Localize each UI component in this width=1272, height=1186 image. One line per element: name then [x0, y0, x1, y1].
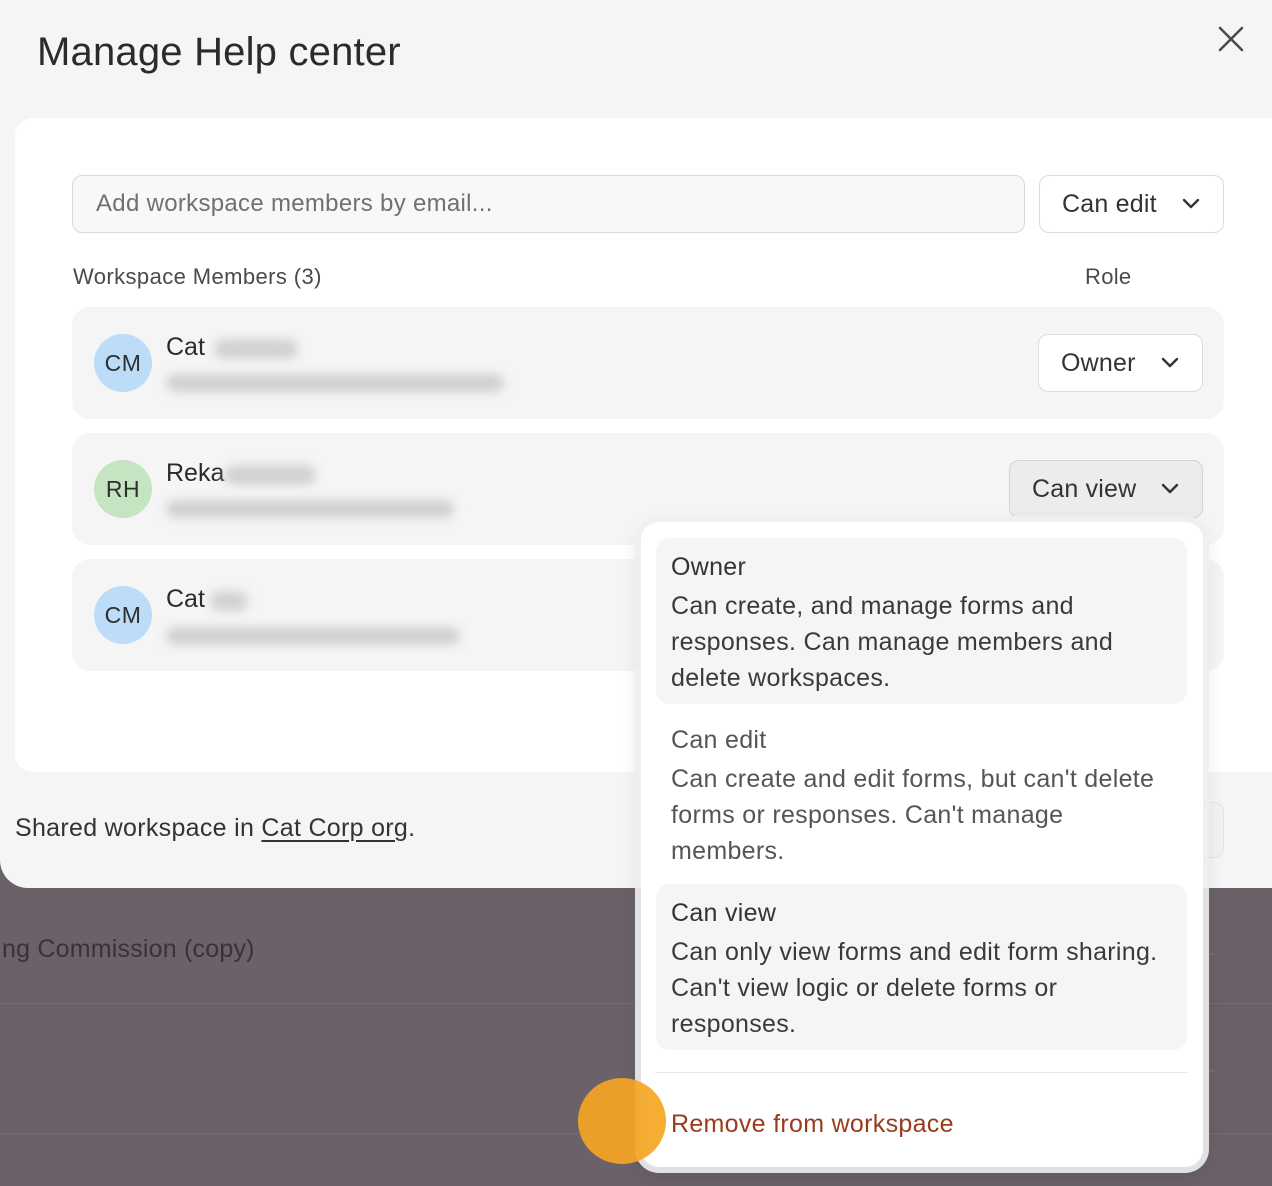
role-option-title: Can edit: [671, 726, 767, 754]
members-heading: Workspace Members (3): [73, 264, 322, 289]
org-link[interactable]: Cat Corp org: [261, 814, 408, 842]
member-first-name: Reka: [166, 459, 225, 487]
role-option-description: Can create, and manage forms and respons…: [671, 592, 1114, 692]
cursor-indicator: [578, 1078, 666, 1164]
role-option-can-view[interactable]: Can view Can only view forms and edit fo…: [656, 884, 1187, 1050]
redacted-email: [166, 627, 460, 645]
modal-title: Manage Help center: [37, 30, 401, 74]
chevron-down-icon: [1161, 357, 1179, 368]
member-first-name: Cat: [166, 585, 205, 613]
member-first-name: Cat: [166, 333, 205, 361]
invite-role-select[interactable]: Can edit: [1039, 175, 1224, 233]
role-option-description: Can only view forms and edit form sharin…: [671, 938, 1158, 1038]
role-heading: Role: [1085, 264, 1132, 289]
redacted-email: [166, 500, 454, 518]
role-option-title: Can view: [671, 899, 777, 927]
email-invite-input[interactable]: [72, 175, 1025, 233]
footer-suffix: .: [408, 814, 416, 842]
redacted-last-name: [224, 465, 316, 485]
close-button[interactable]: [1212, 20, 1250, 58]
role-option-title: Owner: [671, 553, 747, 581]
member-role-select[interactable]: Owner: [1038, 334, 1203, 392]
avatar: RH: [94, 460, 152, 518]
role-option-owner[interactable]: Owner Can create, and manage forms and r…: [656, 538, 1187, 704]
invite-role-value: Can edit: [1062, 189, 1157, 218]
shared-workspace-note: Shared workspace in Cat Corp org.: [15, 814, 415, 843]
remove-from-workspace-button[interactable]: Remove from workspace: [671, 1110, 954, 1139]
role-dropdown-menu: Owner Can create, and manage forms and r…: [641, 522, 1203, 1167]
role-option-can-edit[interactable]: Can edit Can create and edit forms, but …: [656, 711, 1187, 877]
background-row-title: ng Commission (copy): [2, 935, 255, 963]
member-role-value: Owner: [1061, 348, 1136, 377]
close-icon: [1218, 26, 1244, 52]
redacted-email: [166, 374, 504, 392]
avatar: CM: [94, 586, 152, 644]
member-role-select[interactable]: Can view: [1009, 460, 1203, 518]
footer-prefix: Shared workspace in: [15, 814, 262, 842]
redacted-last-name: [214, 339, 298, 359]
chevron-down-icon: [1161, 483, 1179, 494]
avatar: CM: [94, 334, 152, 392]
role-option-description: Can create and edit forms, but can't del…: [671, 765, 1155, 865]
member-role-value: Can view: [1032, 474, 1137, 503]
chevron-down-icon: [1182, 198, 1200, 209]
redacted-last-name: [210, 591, 248, 611]
menu-divider: [656, 1072, 1187, 1073]
